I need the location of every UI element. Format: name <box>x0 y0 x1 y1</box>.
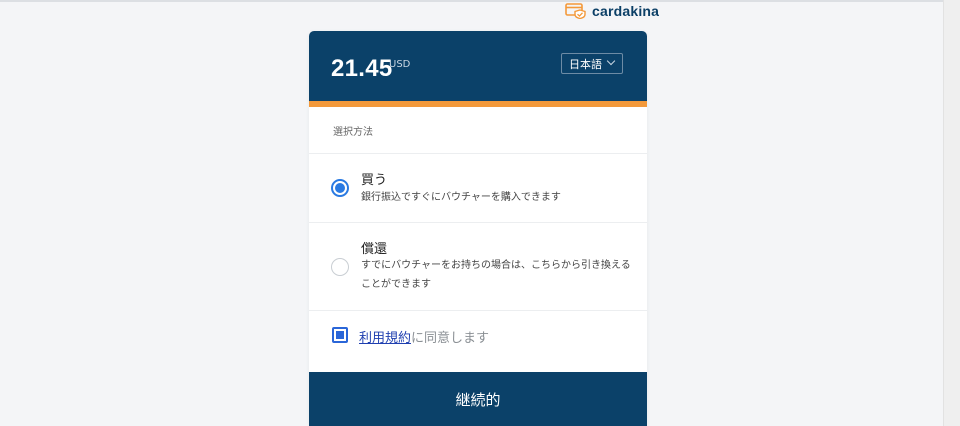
option-buy-description: 銀行振込ですぐにバウチャーを購入できます <box>361 192 561 203</box>
option-redeem-title: 償還 <box>361 242 388 257</box>
terms-checkbox[interactable] <box>332 327 348 343</box>
option-buy[interactable]: 買う 銀行振込ですぐにバウチャーを購入できます <box>309 154 647 223</box>
radio-buy[interactable] <box>331 179 349 197</box>
radio-redeem[interactable] <box>331 258 349 276</box>
terms-text-wrapper: 利用規約に同意します <box>359 327 489 346</box>
language-value: 日本語 <box>569 57 602 71</box>
payment-card: 21.45 USD 日本語 選択方法 買う 銀行振込ですぐにバウチャーを購入でき… <box>309 31 647 426</box>
selection-method-label: 選択方法 <box>309 107 647 154</box>
option-redeem[interactable]: 償還 すでにバウチャーをお持ちの場合は、こちらから引き換えることができます <box>309 223 647 311</box>
language-select[interactable]: 日本語 <box>561 53 623 74</box>
terms-link[interactable]: 利用規約 <box>359 331 411 346</box>
card-shield-icon <box>565 3 587 20</box>
top-border <box>0 0 960 2</box>
price-currency: USD <box>389 59 411 70</box>
continue-button[interactable]: 継続的 <box>309 372 647 426</box>
brand-logo[interactable]: cardakina <box>565 0 659 22</box>
terms-agreement: 利用規約に同意します <box>309 311 647 361</box>
terms-agree-text: に同意します <box>411 331 490 346</box>
price-amount: 21.45 <box>331 55 393 82</box>
option-redeem-description: すでにバウチャーをお持ちの場合は、こちらから引き換えることができます <box>361 260 631 290</box>
page-scrollbar[interactable] <box>943 0 960 426</box>
price-header: 21.45 USD 日本語 <box>309 31 647 101</box>
chevron-down-icon <box>606 56 616 66</box>
option-buy-title: 買う <box>361 173 388 188</box>
brand-name: cardakina <box>592 3 660 19</box>
